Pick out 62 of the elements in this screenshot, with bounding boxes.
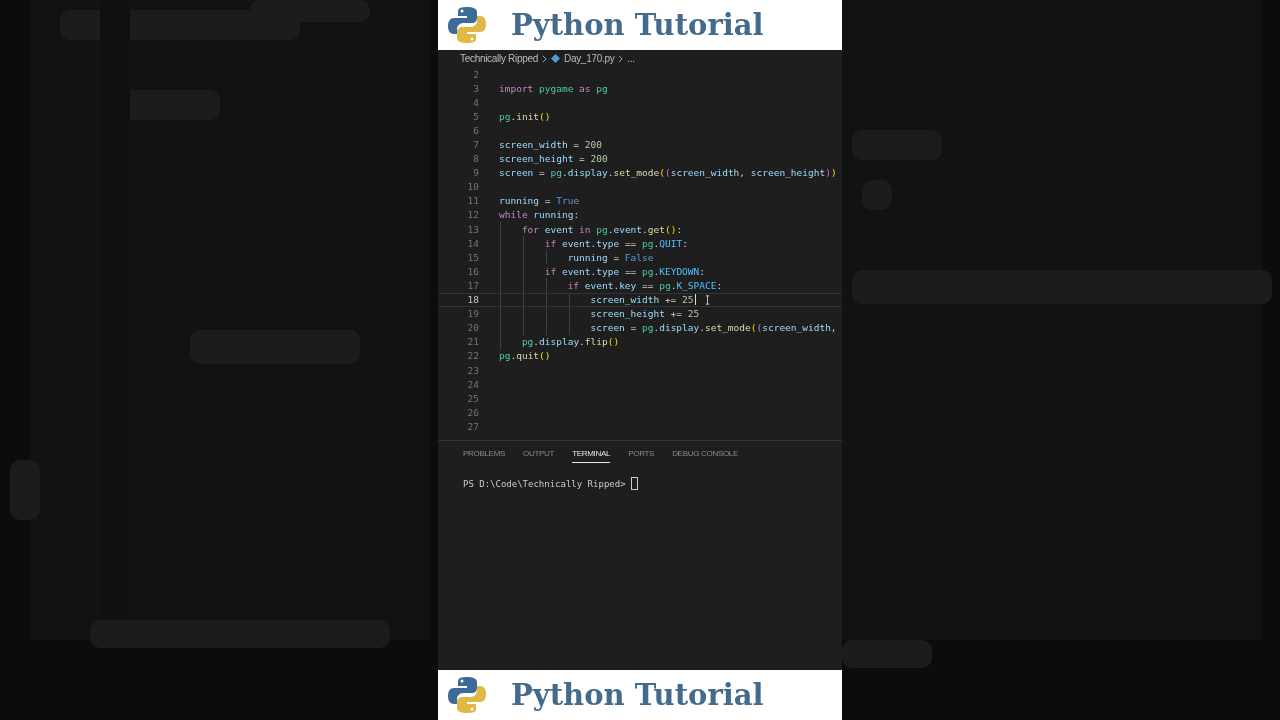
line-number: 4 — [472, 96, 479, 108]
line-number: 11 — [466, 195, 479, 207]
text-cursor — [694, 294, 696, 306]
code-line: if event.type == pg.QUIT: — [543, 237, 688, 249]
line-number: 9 — [472, 167, 479, 179]
code-line: screen_width += 25 — [589, 294, 694, 306]
panel-tab[interactable]: DEBUG CONSOLE — [672, 449, 739, 463]
code-line: while running: — [499, 209, 580, 221]
line-number: 17 — [466, 279, 479, 291]
line-number: 13 — [466, 223, 479, 235]
code-line: running = True — [499, 195, 580, 207]
line-number: 27 — [466, 420, 479, 432]
python-logo-icon — [447, 5, 487, 45]
line-number: 19 — [466, 308, 479, 320]
line-number: 15 — [466, 251, 479, 263]
line-number: 16 — [466, 265, 479, 277]
line-number: 18 — [466, 294, 479, 306]
code-line: pg.quit() — [499, 350, 551, 362]
line-number: 22 — [466, 350, 479, 362]
banner-title: Python Tutorial — [511, 678, 764, 712]
line-number: 20 — [466, 322, 479, 334]
terminal-cursor — [630, 477, 638, 490]
line-number: 26 — [466, 406, 479, 418]
code-line: for event in pg.event.get(): — [520, 223, 683, 235]
line-number: 7 — [472, 139, 479, 150]
line-number: 23 — [466, 364, 479, 376]
code-line: screen = pg.display.set_mode((screen_width, screen_height)) — [499, 167, 837, 179]
banner-title: Python Tutorial — [511, 8, 764, 42]
panel-tab[interactable]: TERMINAL — [572, 449, 611, 463]
panel-tab[interactable]: OUTPUT — [523, 449, 555, 463]
terminal-prompt: PS D:\Code\Technically Ripped> — [463, 478, 626, 489]
line-number: 25 — [466, 392, 479, 404]
line-number: 5 — [472, 110, 479, 122]
line-number: 6 — [472, 124, 479, 136]
chevron-icon — [542, 54, 547, 63]
panel-tab[interactable]: PROBLEMS — [463, 449, 506, 463]
panel-tab[interactable]: PORTS — [628, 449, 655, 463]
line-number: 21 — [466, 336, 479, 348]
code-line: running = False — [566, 251, 654, 263]
python-logo-icon — [447, 675, 487, 715]
line-number: 2 — [472, 68, 479, 80]
breadcrumb-item[interactable]: Technically Ripped — [460, 53, 538, 64]
code-line: if event.key == pg.K_SPACE: — [566, 279, 723, 291]
line-number: 14 — [466, 237, 479, 249]
ibeam-cursor-icon — [704, 294, 710, 305]
code-line: if event.type == pg.KEYDOWN: — [543, 265, 705, 277]
file-icon — [551, 54, 560, 63]
breadcrumb-item[interactable]: ... — [627, 53, 635, 64]
code-line: screen_height += 25 — [589, 308, 700, 320]
line-number: 12 — [466, 209, 479, 221]
code-line: screen_width = 200 — [499, 139, 602, 150]
code-line: import pygame as pg — [499, 82, 608, 94]
code-line: pg.display.flip() — [520, 336, 620, 348]
line-number: 24 — [466, 378, 479, 390]
code-line: pg.init() — [499, 110, 551, 122]
line-number: 8 — [472, 153, 479, 165]
line-number: 10 — [466, 181, 479, 193]
line-number: 3 — [472, 82, 479, 94]
breadcrumb-item[interactable]: Day_170.py — [564, 53, 615, 64]
code-line: screen_height = 200 — [499, 153, 608, 165]
code-line: screen = pg.display.set_mode((screen_width, — [589, 322, 837, 334]
chevron-icon — [618, 54, 624, 63]
